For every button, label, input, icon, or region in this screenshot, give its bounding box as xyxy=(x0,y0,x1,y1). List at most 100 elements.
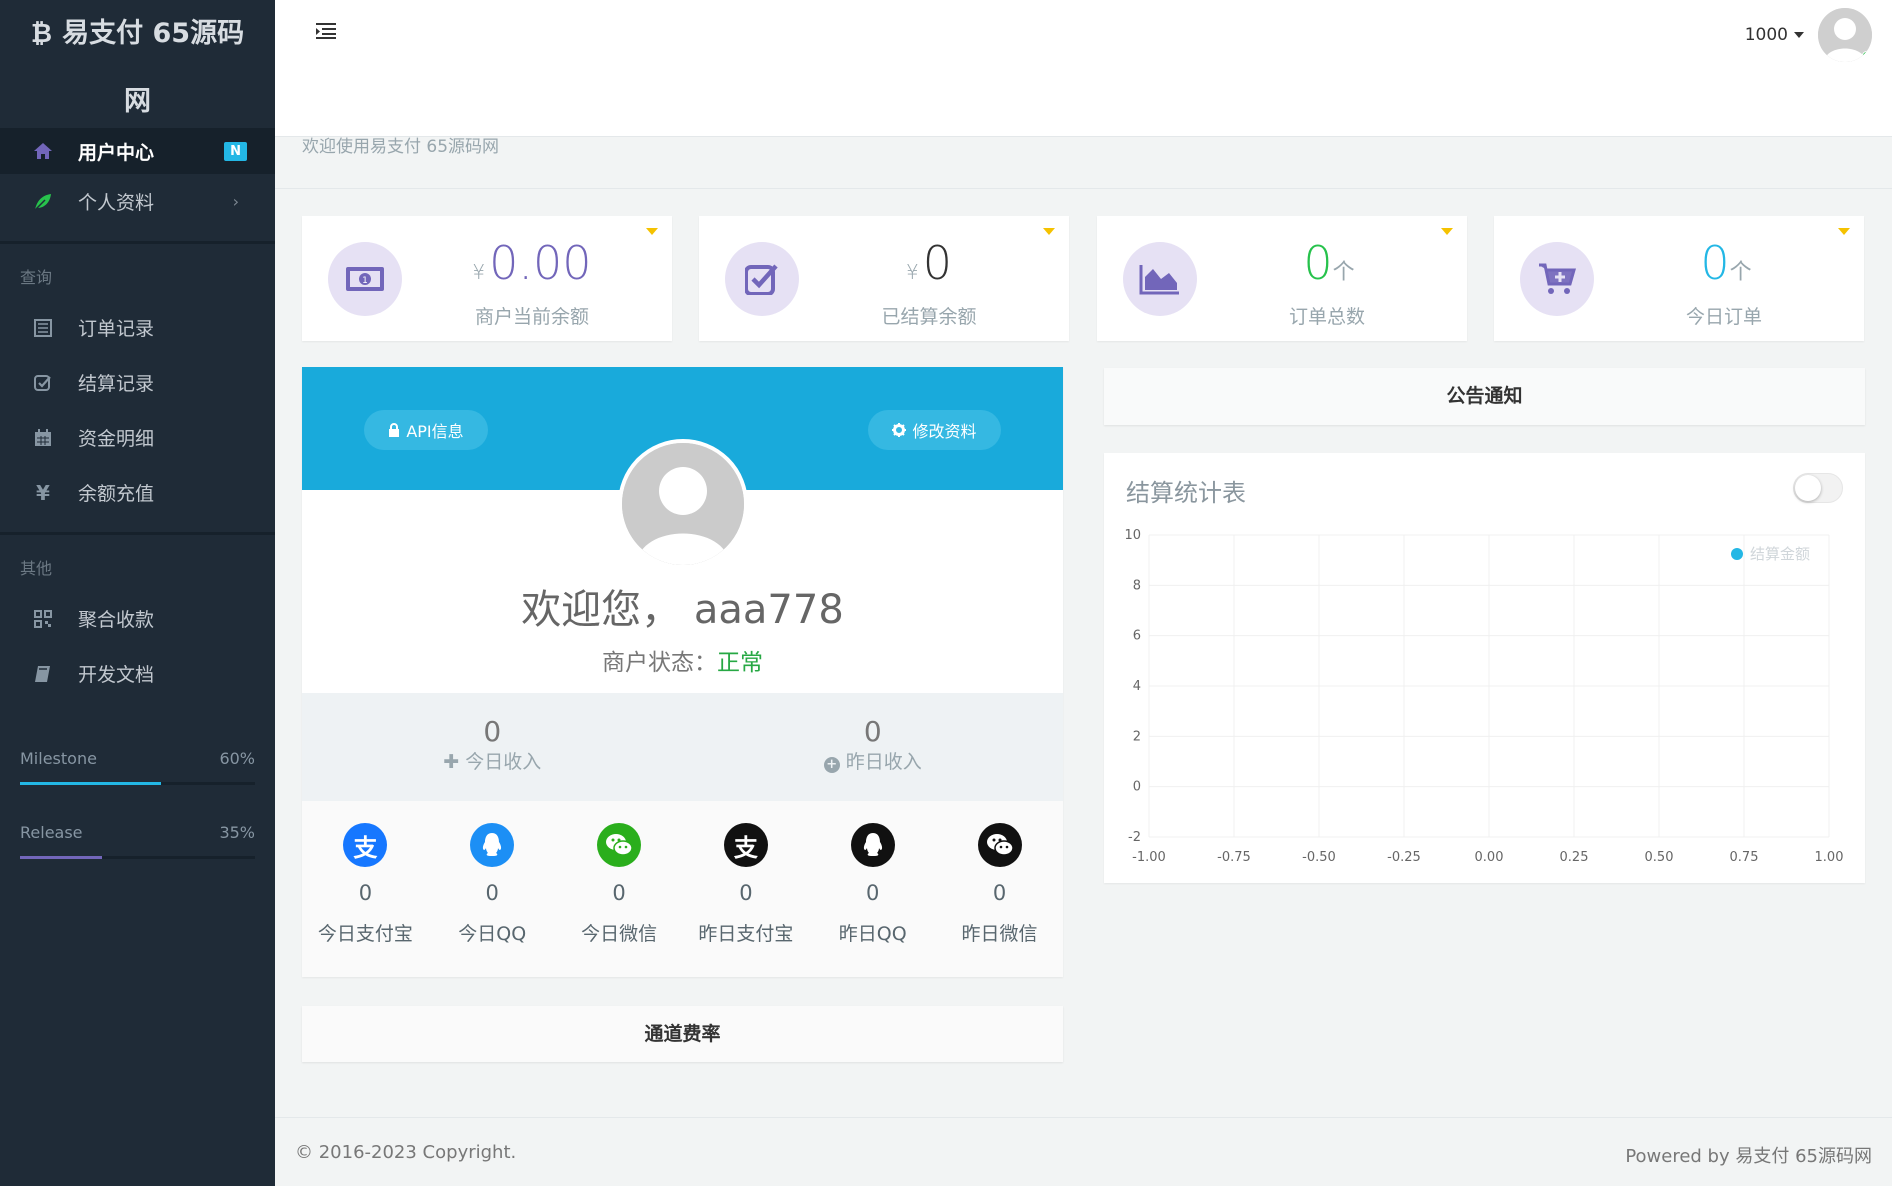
sidebar-item-settlements[interactable]: 结算记录 xyxy=(0,355,275,410)
welcome-banner: 欢迎使用易支付 65源码网 xyxy=(275,137,1892,189)
release-progress: Release 35% xyxy=(0,823,275,859)
sidebar-item-dev-docs[interactable]: 开发文档 xyxy=(0,646,275,701)
stat-card-orders-today: 0个 今日订单 xyxy=(1494,216,1864,341)
pay-value: 0 xyxy=(485,881,499,905)
stat-suffix: 个 xyxy=(1332,260,1355,285)
menu-toggle-icon[interactable] xyxy=(315,22,337,44)
today-income-label: 今日收入 xyxy=(465,751,542,773)
profile-avatar[interactable] xyxy=(617,439,748,569)
qq-icon xyxy=(470,823,515,867)
stat-card-orders-total: 0个 订单总数 xyxy=(1097,216,1467,341)
area-chart-icon xyxy=(1123,242,1197,316)
x-tick-label: 1.00 xyxy=(1815,850,1844,865)
brand-logo[interactable]: ₿ 易支付 65源码 网 xyxy=(0,0,275,136)
sidebar-item-profile[interactable]: 个人资料 › xyxy=(0,174,275,229)
sidebar-item-funds[interactable]: 资金明细 xyxy=(0,410,275,465)
top-header: 1000 xyxy=(275,0,1892,137)
stat-value: 0.00 xyxy=(489,236,592,290)
caret-down-icon[interactable] xyxy=(1043,228,1055,235)
y-tick-label: 10 xyxy=(1124,528,1141,543)
progress-fill xyxy=(20,782,161,785)
sidebar-item-recharge[interactable]: ¥ 余额充值 xyxy=(0,465,275,520)
sidebar-item-label: 个人资料 xyxy=(78,192,155,214)
pay-today-wechat: 0 今日微信 xyxy=(556,823,683,977)
stat-label: 已结算余额 xyxy=(881,306,977,328)
wechat-icon xyxy=(597,823,642,867)
settlement-chart: 10 8 6 4 2 0 -2 -1.00 -0.75 -0.50 -0.25 0.00 0.25 0.5… xyxy=(1124,528,1844,865)
check-square-icon xyxy=(725,242,799,316)
edit-profile-button[interactable]: 修改资料 xyxy=(868,410,1001,450)
list-icon xyxy=(30,318,56,337)
calendar-icon xyxy=(30,428,56,447)
income-summary: 0 ✚ 今日收入 0 + 昨日收入 xyxy=(302,693,1063,801)
pay-value: 0 xyxy=(358,881,373,905)
payment-stats: 支 0 今日支付宝 0 今日QQ 0 今日微信 支 0 昨日支付宝 0 昨日QQ… xyxy=(302,801,1063,977)
stat-label: 商户当前余额 xyxy=(474,306,589,328)
stat-value: 0 xyxy=(1700,236,1730,290)
toggle-knob xyxy=(1795,475,1821,501)
x-tick-label: -0.50 xyxy=(1302,850,1336,865)
caret-down-icon[interactable] xyxy=(646,228,658,235)
stat-label: 今日订单 xyxy=(1685,306,1762,328)
pay-label: 昨日支付宝 xyxy=(698,923,794,945)
stat-card-balance: 1 ¥0.00 商户当前余额 xyxy=(302,216,672,341)
sidebar-item-orders[interactable]: 订单记录 xyxy=(0,300,275,355)
sidebar-item-label: 资金明细 xyxy=(78,428,155,450)
yesterday-income-value: 0 xyxy=(863,715,882,748)
api-info-button[interactable]: API信息 xyxy=(364,410,488,450)
money-icon: 1 xyxy=(328,242,402,316)
today-income-value: 0 xyxy=(483,715,502,748)
welcome-text: 欢迎使用易支付 65源码网 xyxy=(302,137,500,157)
currency-prefix: ¥ xyxy=(905,260,919,284)
notice-panel[interactable]: 公告通知 xyxy=(1104,368,1865,425)
caret-down-icon xyxy=(1794,32,1804,38)
balance-dropdown[interactable]: 1000 xyxy=(1745,25,1804,45)
progress-percent: 60% xyxy=(219,749,255,768)
today-income: 0 ✚ 今日收入 xyxy=(302,693,683,801)
plus-circle-icon: + xyxy=(823,757,840,773)
footer: © 2016-2023 Copyright. Powered by 易支付 65… xyxy=(275,1117,1892,1186)
milestone-progress: Milestone 60% xyxy=(0,749,275,785)
pay-yesterday-wechat: 0 昨日微信 xyxy=(936,823,1063,977)
x-tick-label: -0.25 xyxy=(1387,850,1421,865)
notice-title: 公告通知 xyxy=(1446,385,1523,407)
pay-value: 0 xyxy=(866,881,880,905)
progress-label: Milestone xyxy=(20,749,97,768)
y-tick-label: 4 xyxy=(1133,679,1141,694)
profile-panel: API信息 修改资料 欢迎您， aaa778 商户状态：正常 0 ✚ 今日收入 … xyxy=(302,367,1063,977)
merchant-status: 商户状态：正常 xyxy=(302,643,1063,677)
edit-profile-label: 修改资料 xyxy=(912,422,977,441)
new-badge: N xyxy=(224,141,247,161)
currency-prefix: ¥ xyxy=(472,260,486,284)
brand-title-line1: 易支付 65源码 xyxy=(62,18,245,49)
pay-today-qq: 0 今日QQ xyxy=(429,823,556,977)
api-info-label: API信息 xyxy=(406,422,464,441)
copyright-text: © 2016-2023 Copyright. xyxy=(295,1142,517,1163)
caret-down-icon[interactable] xyxy=(1838,228,1850,235)
chart-toggle-switch[interactable] xyxy=(1793,473,1843,503)
status-value: 正常 xyxy=(717,650,763,676)
x-tick-label: 0.50 xyxy=(1645,850,1674,865)
cart-plus-icon xyxy=(1520,242,1594,316)
qq-icon xyxy=(850,823,895,867)
pay-today-alipay: 支 0 今日支付宝 xyxy=(302,823,429,977)
sidebar-item-label: 开发文档 xyxy=(78,664,155,686)
settlement-chart-panel: 10 8 6 4 2 0 -2 -1.00 -0.75 -0.50 -0.25 0.00 0.25 0.5… xyxy=(1104,453,1865,883)
stat-value: 0 xyxy=(922,236,952,290)
plus-icon: ✚ xyxy=(443,751,460,773)
svg-text:1: 1 xyxy=(362,276,368,286)
sidebar: ₿ 易支付 65源码 网 用户中心 N 个人资料 › 查询 订单记录 结算记录 xyxy=(0,0,275,1186)
user-avatar[interactable] xyxy=(1818,8,1872,62)
sidebar-item-label: 结算记录 xyxy=(78,373,155,395)
alipay-icon: 支 xyxy=(343,823,388,867)
caret-down-icon[interactable] xyxy=(1441,228,1453,235)
sidebar-item-user-center[interactable]: 用户中心 N xyxy=(0,128,275,174)
pay-label: 昨日QQ xyxy=(838,923,907,945)
y-tick-label: 8 xyxy=(1133,578,1141,593)
yesterday-income-label: 昨日收入 xyxy=(845,751,922,773)
stat-suffix: 个 xyxy=(1729,260,1752,285)
sidebar-item-label: 余额充值 xyxy=(78,483,155,505)
sidebar-item-aggregate-pay[interactable]: 聚合收款 xyxy=(0,591,275,646)
home-icon xyxy=(30,142,56,160)
channel-rate-panel[interactable]: 通道费率 xyxy=(302,1006,1063,1062)
